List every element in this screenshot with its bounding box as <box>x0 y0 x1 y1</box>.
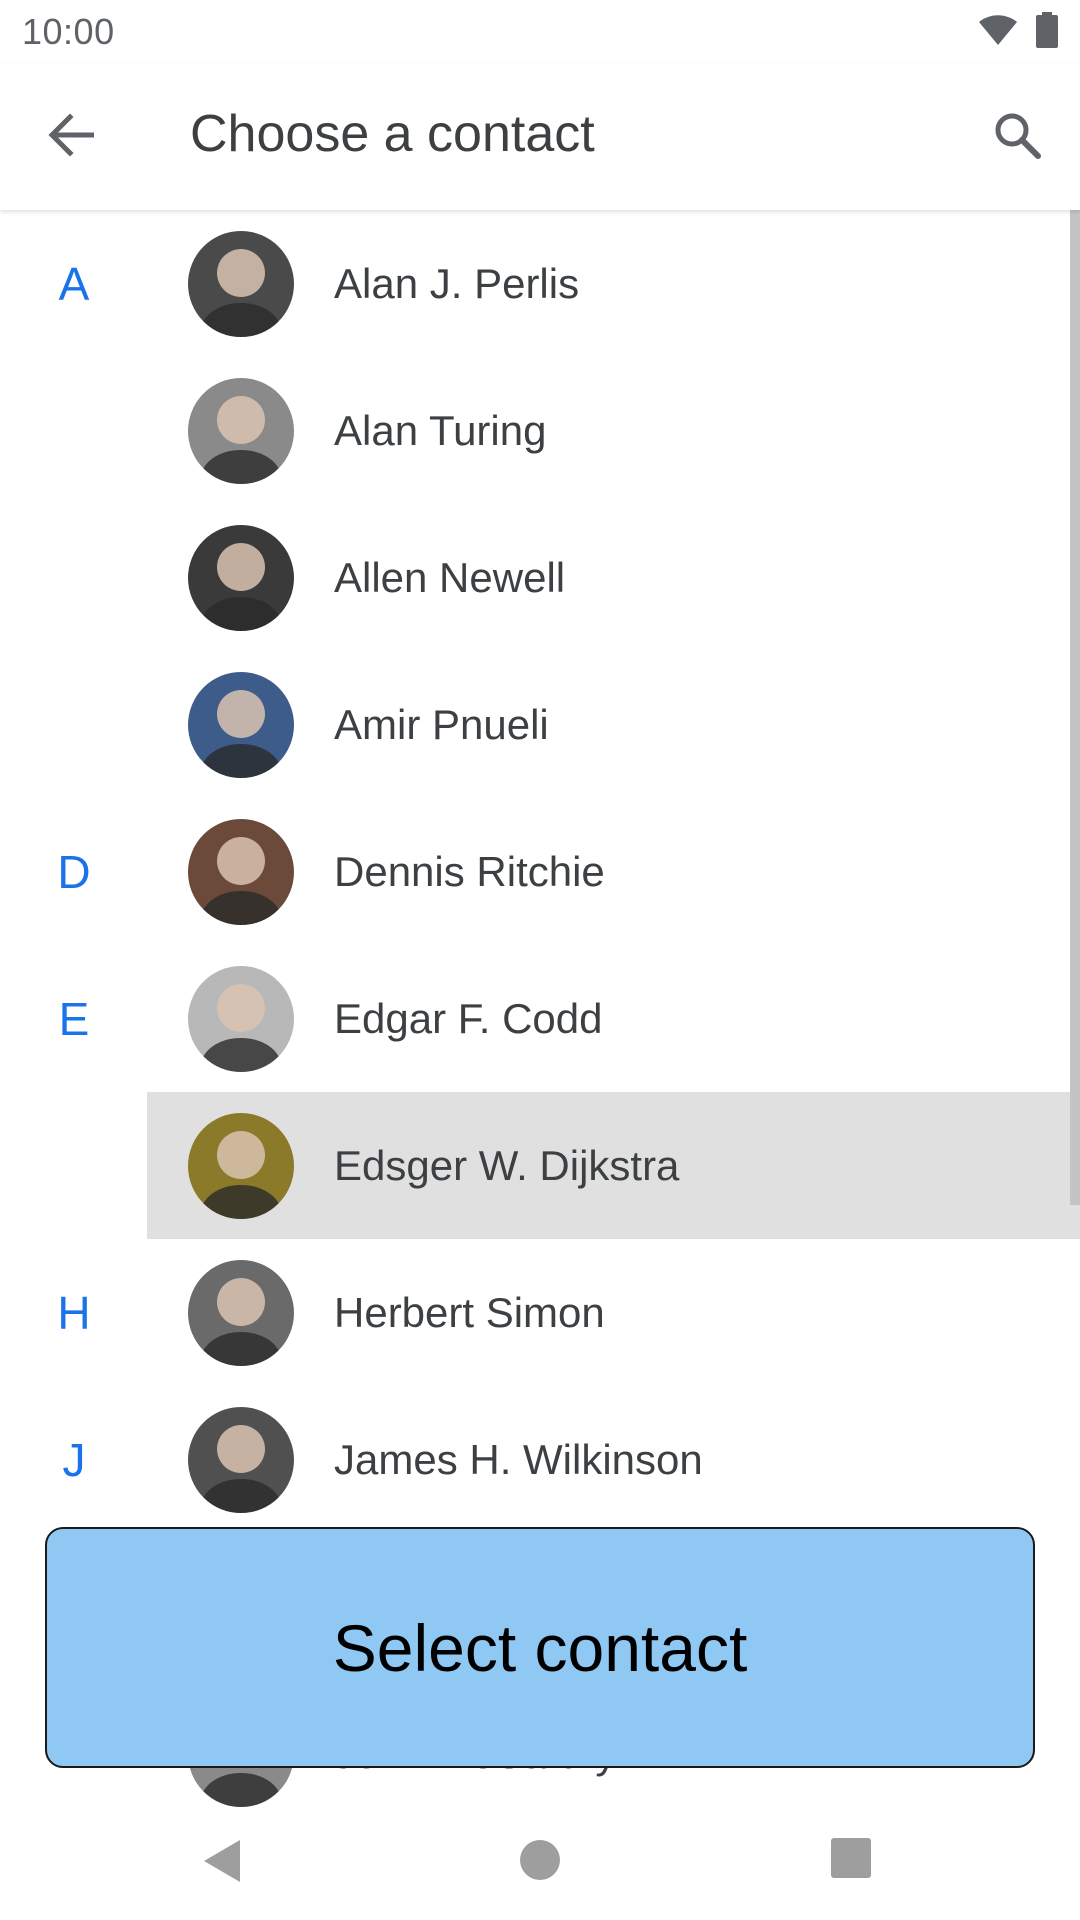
contact-row[interactable]: H Herbert Simon <box>0 1239 1070 1386</box>
avatar <box>188 672 294 778</box>
contact-row[interactable]: D Dennis Ritchie <box>0 798 1070 945</box>
contact-name: Edsger W. Dijkstra <box>334 1141 680 1189</box>
status-icons <box>978 11 1058 53</box>
contact-name: Dennis Ritchie <box>334 847 605 895</box>
avatar <box>188 231 294 337</box>
scrollbar[interactable] <box>1070 210 1080 1205</box>
nav-recent-apps-icon[interactable] <box>831 1838 871 1878</box>
nav-home-icon[interactable] <box>520 1840 560 1880</box>
section-letter: E <box>58 992 90 1045</box>
avatar <box>188 378 294 484</box>
back-button[interactable] <box>40 109 100 165</box>
section-letter: H <box>57 1286 91 1339</box>
avatar <box>188 819 294 925</box>
arrow-back-icon <box>46 112 95 162</box>
contact-row[interactable]: Amir Pnueli <box>0 651 1070 798</box>
section-letter <box>40 504 108 651</box>
contact-row[interactable]: E Edgar F. Codd <box>0 945 1070 1092</box>
contact-name: Allen Newell <box>334 553 566 601</box>
contact-row[interactable]: Allen Newell <box>0 504 1070 651</box>
select-contact-button[interactable]: Select contact <box>45 1527 1035 1768</box>
contact-name: Alan J. Perlis <box>334 259 580 307</box>
contact-name: Edgar F. Codd <box>334 994 603 1042</box>
contact-name: James H. Wilkinson <box>334 1435 703 1483</box>
app-bar: Choose a contact <box>0 64 1080 210</box>
contact-row[interactable]: J James H. Wilkinson <box>0 1386 1070 1533</box>
avatar <box>188 525 294 631</box>
nav-back-icon[interactable] <box>200 1838 244 1889</box>
section-letter <box>40 357 108 504</box>
wifi-icon <box>978 14 1018 51</box>
avatar <box>188 1407 294 1513</box>
section-letter <box>40 651 108 798</box>
section-letter: D <box>57 845 91 898</box>
contact-row[interactable]: Alan Turing <box>0 357 1070 504</box>
contact-row[interactable]: Edsger W. Dijkstra <box>0 1092 1080 1239</box>
section-letter <box>40 1092 108 1239</box>
contact-row[interactable]: A Alan J. Perlis <box>0 210 1070 357</box>
avatar <box>188 1113 294 1219</box>
status-time: 10:00 <box>22 11 115 52</box>
navigation-bar <box>0 1820 1080 1920</box>
status-bar: 10:00 <box>0 0 1080 64</box>
battery-icon <box>1036 11 1058 53</box>
search-button[interactable] <box>984 104 1050 170</box>
section-letter: A <box>58 257 90 310</box>
contact-name: Herbert Simon <box>334 1288 605 1336</box>
avatar <box>188 1260 294 1366</box>
screen: 10:00 Choose a contact A Alan J. Perlis Al… <box>0 0 1080 1920</box>
contact-name: Alan Turing <box>334 406 547 454</box>
page-title: Choose a contact <box>190 105 595 163</box>
avatar <box>188 966 294 1072</box>
search-icon <box>992 110 1042 165</box>
contact-name: Amir Pnueli <box>334 700 549 748</box>
section-letter: J <box>62 1433 86 1486</box>
